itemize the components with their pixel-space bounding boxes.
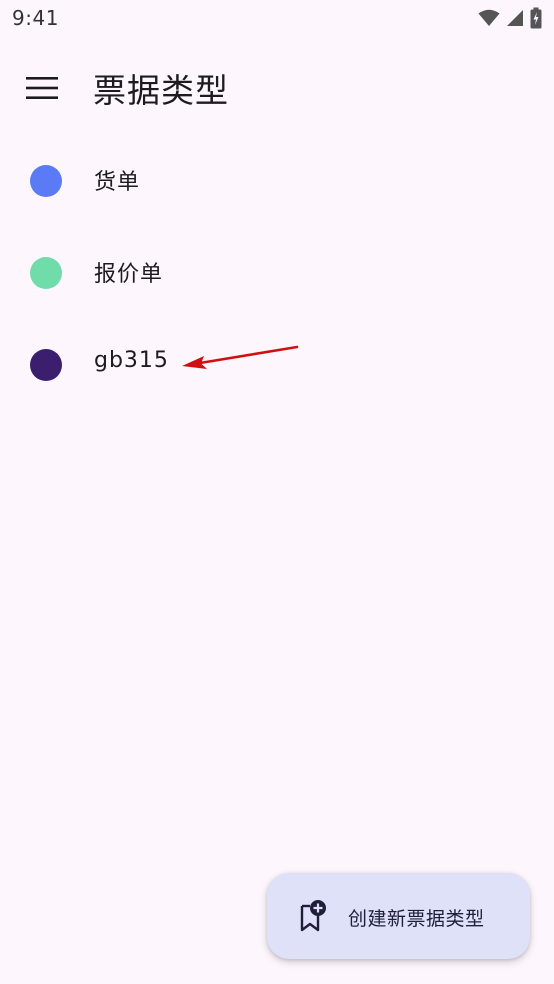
create-ticket-type-button[interactable]: 创建新票据类型 [267,873,530,959]
color-dot [30,165,62,197]
status-icons [478,6,542,30]
top-app-bar: 票据类型 [0,38,554,134]
hamburger-menu-icon[interactable] [22,68,62,108]
color-dot [30,349,62,381]
fab-label: 创建新票据类型 [348,908,485,930]
app-screen: 9:41 票据类型 货单 报价单 gb315 创建新票据类型 [0,0,554,984]
page-title: 票据类型 [93,71,229,110]
wifi-icon [478,9,500,26]
status-time: 9:41 [12,6,59,30]
list-item-label: 货单 [94,170,141,195]
battery-icon [530,7,542,29]
cellular-signal-icon [507,10,523,26]
status-bar: 9:41 [0,0,554,38]
list-item[interactable]: 货单 [0,134,554,226]
list-item-label: gb315 [94,348,169,373]
ticket-type-list: 货单 报价单 gb315 [0,134,554,410]
list-item-label: 报价单 [94,262,164,287]
list-item[interactable]: gb315 [0,318,554,410]
color-dot [30,257,62,289]
list-item[interactable]: 报价单 [0,226,554,318]
bookmark-add-icon [300,900,326,932]
